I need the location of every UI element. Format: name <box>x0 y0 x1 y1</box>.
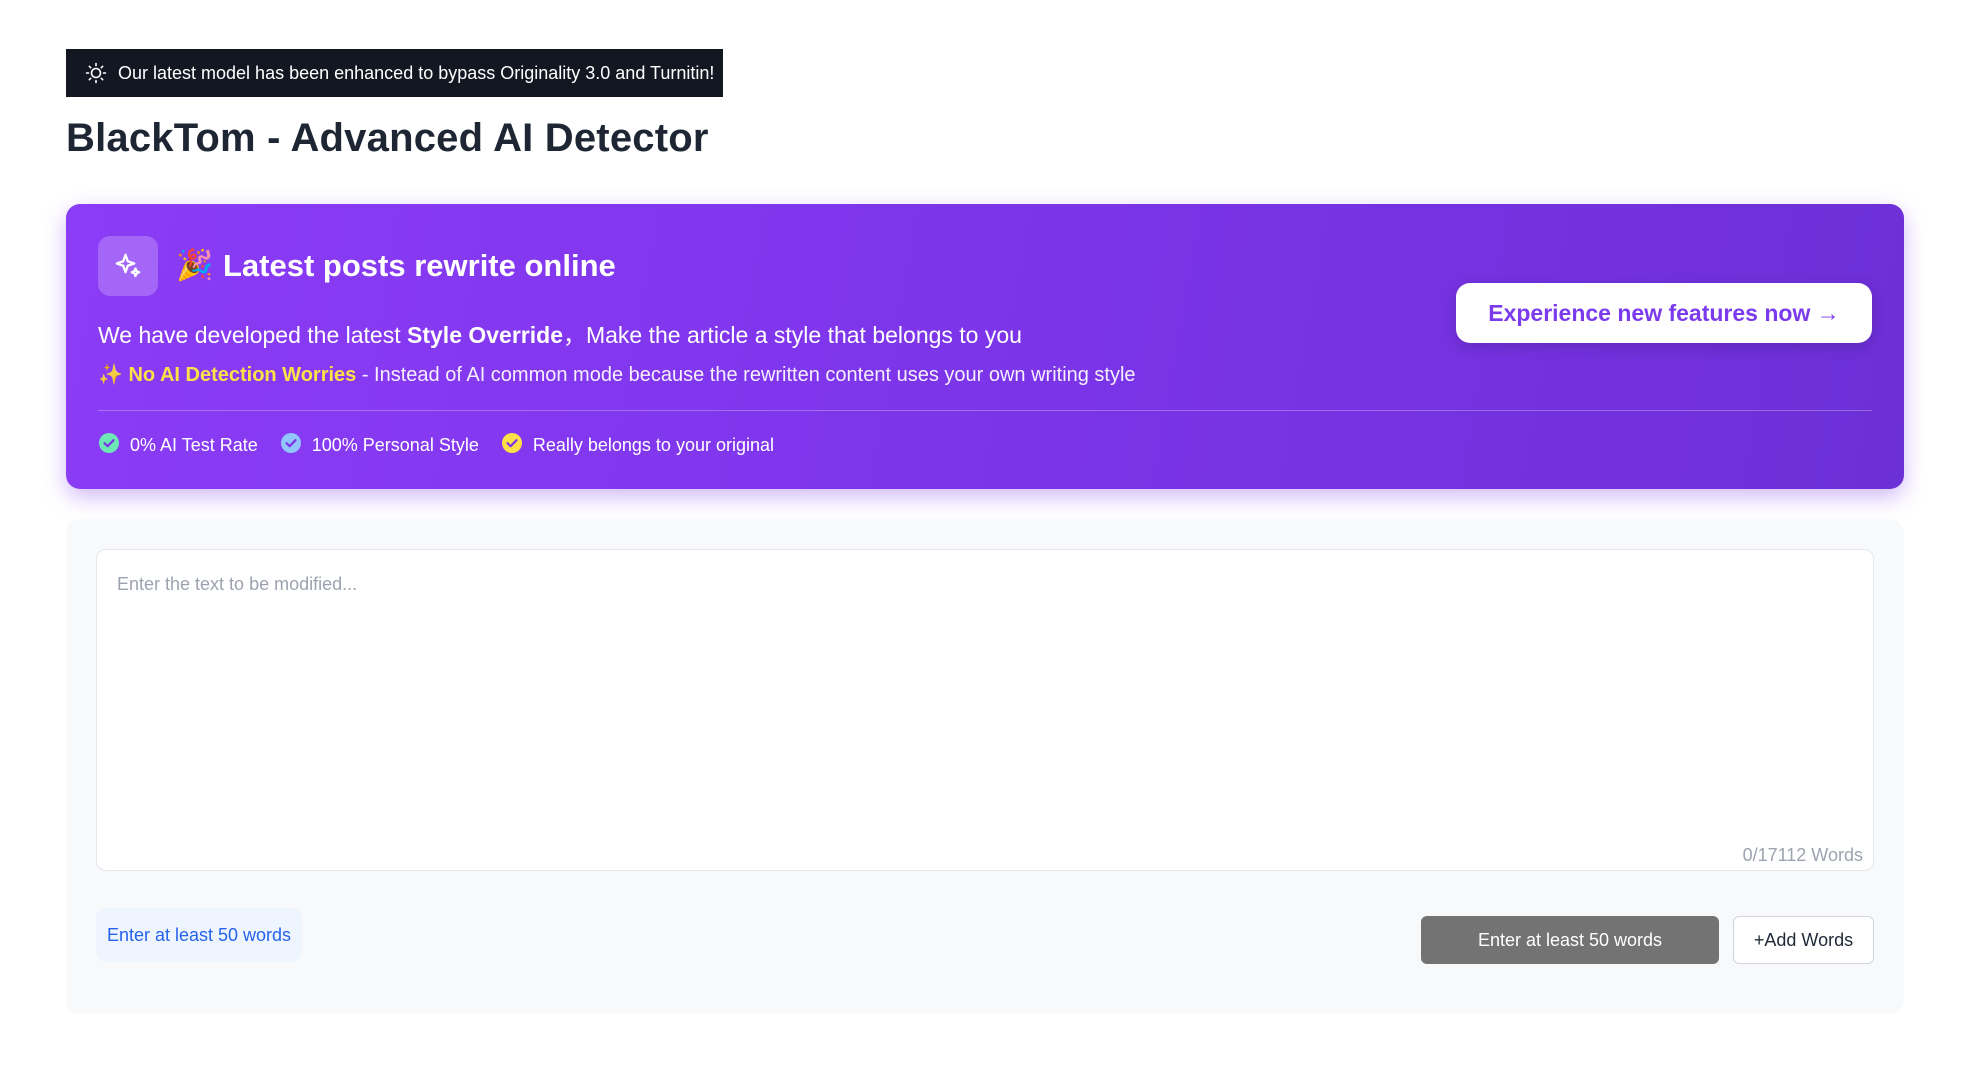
submit-button[interactable]: Enter at least 50 words <box>1421 916 1719 964</box>
feature-label: Really belongs to your original <box>532 435 774 455</box>
check-circle-icon <box>501 432 523 459</box>
promo-description-bold: Style Override <box>407 322 563 348</box>
experience-features-button[interactable]: Experience new features now → <box>1456 283 1872 343</box>
promo-highlight: No AI Detection Worries <box>128 364 357 386</box>
promo-description: We have developed the latest Style Overr… <box>98 316 1022 350</box>
check-circle-icon <box>280 432 302 459</box>
add-words-button[interactable]: +Add Words <box>1733 916 1874 964</box>
text-input[interactable] <box>97 550 1873 870</box>
sparkle-emoji-icon: ✨ <box>98 364 123 386</box>
promo-banner: 🎉 Latest posts rewrite online We have de… <box>66 204 1904 489</box>
word-count: 0/17112 Words <box>1742 845 1863 865</box>
feature-label: 0% AI Test Rate <box>130 435 258 455</box>
minimum-words-hint: Enter at least 50 words <box>96 908 302 962</box>
promo-description-suffix: ，Make the article a style that belongs t… <box>562 322 1022 348</box>
promo-divider <box>98 410 1872 411</box>
announcement-banner: Our latest model has been enhanced to by… <box>66 49 723 97</box>
promo-subdescription: ✨ No AI Detection Worries - Instead of A… <box>98 362 1136 387</box>
sparkles-icon <box>98 236 158 296</box>
check-circle-icon <box>98 432 120 459</box>
promo-description-prefix: We have developed the latest <box>98 322 408 348</box>
feature-item: Really belongs to your original <box>501 432 774 459</box>
feature-item: 100% Personal Style <box>280 432 479 459</box>
party-emoji-icon: 🎉 <box>176 249 214 282</box>
promo-title: Latest posts rewrite online <box>223 248 616 283</box>
promo-subdescription-text: - Instead of AI common mode because the … <box>356 364 1136 386</box>
editor-panel: 0/17112 Words Enter at least 50 words En… <box>66 519 1904 1014</box>
lightbulb-icon <box>84 61 108 85</box>
feature-list: 0% AI Test Rate 100% Personal Style Real… <box>98 432 774 459</box>
page-title: BlackTom - Advanced AI Detector <box>66 116 709 160</box>
feature-label: 100% Personal Style <box>311 435 479 455</box>
text-editor: 0/17112 Words <box>96 549 1874 871</box>
announcement-text: Our latest model has been enhanced to by… <box>118 62 715 83</box>
feature-item: 0% AI Test Rate <box>98 432 258 459</box>
